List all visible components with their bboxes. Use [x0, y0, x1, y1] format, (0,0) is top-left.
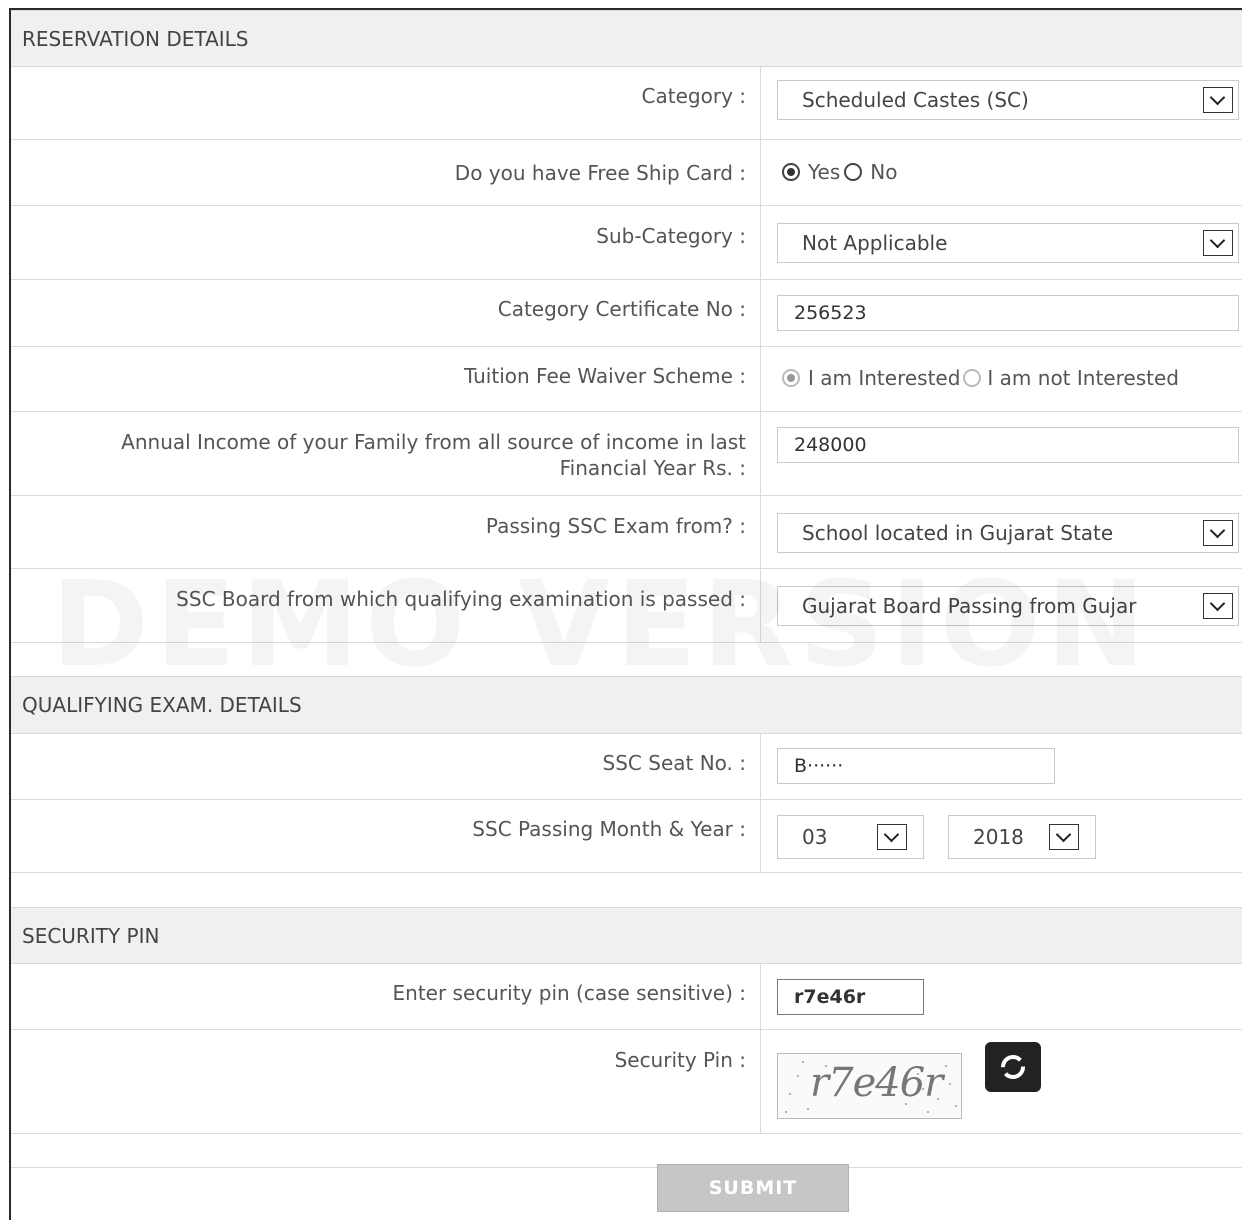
tfws-label: Tuition Fee Waiver Scheme :	[11, 347, 761, 411]
free-ship-label: Do you have Free Ship Card :	[11, 140, 761, 205]
security-pin-heading: SECURITY PIN	[11, 907, 1242, 964]
submit-button[interactable]: SUBMIT	[657, 1164, 849, 1212]
chevron-down-icon[interactable]	[877, 824, 907, 850]
ssc-from-select[interactable]: School located in Gujarat State	[777, 513, 1239, 553]
enter-pin-label: Enter security pin (case sensitive) :	[11, 964, 761, 1029]
category-label: Category :	[11, 67, 761, 139]
captcha-text: r7e46r	[810, 1060, 943, 1106]
passing-year-value: 2018	[973, 825, 1024, 849]
sub-category-label: Sub-Category :	[11, 206, 761, 279]
income-label: Annual Income of your Family from all so…	[11, 412, 761, 495]
security-pin-label: Security Pin :	[11, 1030, 761, 1133]
category-value: Scheduled Castes (SC)	[802, 88, 1029, 112]
free-ship-row: Do you have Free Ship Card : Yes No	[11, 140, 1242, 206]
chevron-down-icon[interactable]	[1049, 824, 1079, 850]
ssc-board-value: Gujarat Board Passing from Gujar	[802, 594, 1137, 618]
tfws-not-interested-radio[interactable]	[963, 369, 982, 387]
reservation-details-heading: RESERVATION DETAILS	[11, 10, 1242, 67]
refresh-captcha-button[interactable]	[985, 1042, 1041, 1092]
ssc-from-value: School located in Gujarat State	[802, 521, 1114, 545]
security-pin-input[interactable]: r7e46r	[777, 979, 924, 1015]
sub-category-row: Sub-Category : Not Applicable	[11, 206, 1242, 280]
ssc-from-row: Passing SSC Exam from? : School located …	[11, 496, 1242, 569]
refresh-icon	[1001, 1055, 1025, 1079]
certificate-label: Category Certificate No :	[11, 280, 761, 346]
ssc-seat-no-input[interactable]: B······	[777, 748, 1055, 784]
income-label-line2: Financial Year Rs. :	[559, 456, 746, 480]
income-label-line1: Annual Income of your Family from all so…	[121, 430, 746, 454]
sub-category-select[interactable]: Not Applicable	[777, 223, 1239, 263]
tfws-interested-radio[interactable]	[782, 369, 800, 387]
ssc-board-select[interactable]: Gujarat Board Passing from Gujar	[777, 586, 1239, 626]
sub-category-value: Not Applicable	[802, 231, 948, 255]
category-select[interactable]: Scheduled Castes (SC)	[777, 80, 1239, 120]
enter-pin-row: Enter security pin (case sensitive) : r7…	[11, 964, 1242, 1030]
ssc-board-row: SSC Board from which qualifying examinat…	[11, 569, 1242, 643]
category-row: Category : Scheduled Castes (SC)	[11, 67, 1242, 140]
annual-income-input[interactable]: 248000	[777, 427, 1239, 463]
chevron-down-icon[interactable]	[1203, 593, 1233, 619]
tfws-row: Tuition Fee Waiver Scheme : I am Interes…	[11, 347, 1242, 412]
spacer-row	[11, 1134, 1242, 1168]
free-ship-no-label: No	[870, 160, 898, 184]
chevron-down-icon[interactable]	[1203, 230, 1233, 256]
passing-month-select[interactable]: 03	[777, 815, 924, 859]
free-ship-yes-label: Yes	[808, 160, 841, 184]
passing-year-select[interactable]: 2018	[948, 815, 1096, 859]
passing-month-year-row: SSC Passing Month & Year : 03 2018	[11, 800, 1242, 873]
certificate-row: Category Certificate No : 256523	[11, 280, 1242, 347]
tfws-not-interested-label: I am not Interested	[987, 366, 1179, 390]
passing-month-year-label: SSC Passing Month & Year :	[11, 800, 761, 872]
application-form: RESERVATION DETAILS Category : Scheduled…	[9, 8, 1242, 1220]
certificate-no-input[interactable]: 256523	[777, 295, 1239, 331]
chevron-down-icon[interactable]	[1203, 520, 1233, 546]
ssc-from-label: Passing SSC Exam from? :	[11, 496, 761, 568]
passing-month-value: 03	[802, 825, 828, 849]
captcha-image: r7e46r	[777, 1053, 962, 1119]
free-ship-yes-radio[interactable]	[782, 163, 800, 181]
seat-no-row: SSC Seat No. : B······	[11, 734, 1242, 800]
ssc-board-label: SSC Board from which qualifying examinat…	[11, 569, 761, 642]
seat-no-label: SSC Seat No. :	[11, 734, 761, 799]
chevron-down-icon[interactable]	[1203, 87, 1233, 113]
free-ship-no-radio[interactable]	[844, 163, 863, 181]
captcha-row: Security Pin : r7e46r	[11, 1030, 1242, 1134]
income-row: Annual Income of your Family from all so…	[11, 412, 1242, 496]
qualifying-exam-heading: QUALIFYING EXAM. DETAILS	[11, 676, 1242, 734]
tfws-interested-label: I am Interested	[808, 366, 961, 390]
